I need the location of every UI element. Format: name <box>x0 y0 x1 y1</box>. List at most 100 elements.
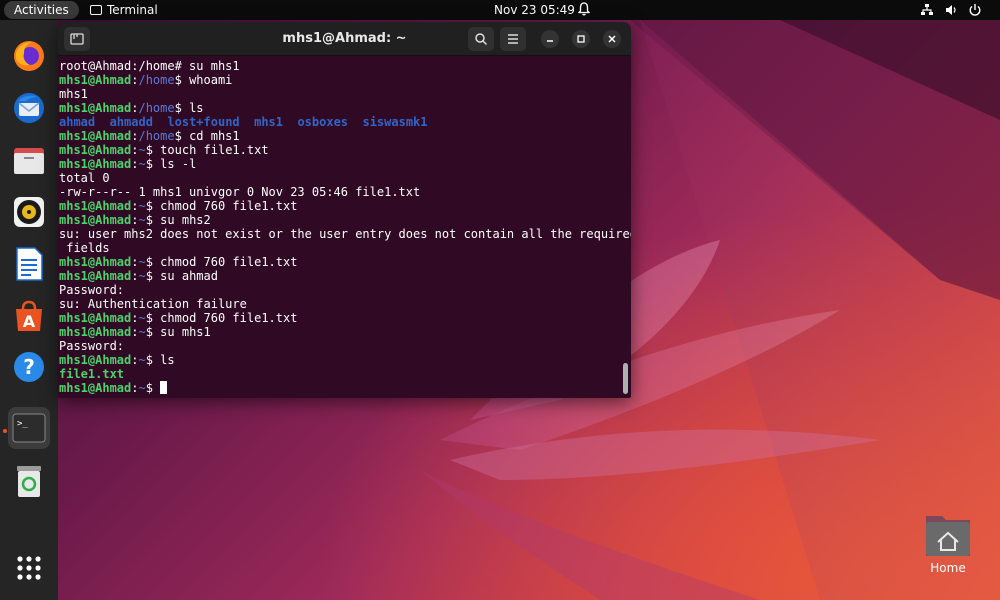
prompt-user: mhs1@Ahmad <box>59 325 132 339</box>
top-bar: Activities Terminal Nov 23 05:49 <box>0 0 1000 20</box>
prompt-user: mhs1@Ahmad <box>59 381 132 395</box>
hamburger-menu-icon <box>508 34 518 44</box>
close-icon <box>608 35 616 43</box>
prompt-path: ~ <box>138 353 146 367</box>
terminal-line: mhs1@Ahmad:~$ touch file1.txt <box>59 143 624 157</box>
prompt-path: ~ <box>138 311 146 325</box>
terminal-line: mhs1@Ahmad:~$ ls <box>59 353 624 367</box>
maximize-button[interactable] <box>572 30 590 48</box>
dock-writer[interactable] <box>8 243 50 285</box>
dir-entry: ahmadd <box>109 115 153 129</box>
help-icon: ? <box>14 352 44 382</box>
terminal-line: mhs1@Ahmad:~$ su mhs2 <box>59 213 624 227</box>
activities-button[interactable]: Activities <box>4 1 79 19</box>
network-icon[interactable] <box>920 3 934 20</box>
notification-bell-icon[interactable] <box>577 2 591 19</box>
prompt-user: mhs1@Ahmad <box>59 73 132 87</box>
prompt-user: mhs1@Ahmad <box>59 143 132 157</box>
volume-icon[interactable] <box>944 3 958 20</box>
prompt-symbol: $ <box>145 325 161 339</box>
prompt-path: ~ <box>138 255 146 269</box>
command-text: chmod 760 file1.txt <box>160 255 298 269</box>
minimize-button[interactable] <box>541 30 559 48</box>
terminal-line: mhs1@Ahmad:~$ chmod 760 file1.txt <box>59 255 624 269</box>
dock-app-center[interactable]: A <box>8 295 50 337</box>
terminal-line: mhs1@Ahmad:~$ chmod 760 file1.txt <box>59 199 624 213</box>
command-text: ls <box>189 101 204 115</box>
prompt-user: mhs1@Ahmad <box>59 157 132 171</box>
terminal-window[interactable]: mhs1@Ahmad: ~ root@Ahmad:/home# su mhs1 m… <box>58 22 631 398</box>
terminal-scrollbar[interactable] <box>623 363 628 394</box>
power-icon[interactable] <box>968 3 982 20</box>
clock[interactable]: Nov 23 05:49 <box>494 0 575 20</box>
prompt-path: ~ <box>138 381 146 395</box>
terminal-line: total 0 <box>59 171 624 185</box>
prompt-symbol: $ <box>145 311 161 325</box>
search-button[interactable] <box>468 27 494 51</box>
command-text: ls <box>160 353 175 367</box>
close-button[interactable] <box>603 30 621 48</box>
prompt-symbol: $ <box>145 381 161 395</box>
command-text: su mhs1 <box>160 325 211 339</box>
terminal-line: Password: <box>59 283 624 297</box>
dir-entry: mhs1 <box>254 115 283 129</box>
command-text: whoami <box>189 73 233 87</box>
command-text: chmod 760 file1.txt <box>160 199 298 213</box>
prompt-symbol: $ <box>174 101 190 115</box>
prompt-symbol: $ <box>145 213 161 227</box>
terminal-line: mhs1@Ahmad:/home$ cd mhs1 <box>59 129 624 143</box>
app-center-icon: A <box>16 300 42 331</box>
output-text: su: Authentication failure <box>59 297 247 311</box>
dock-show-apps[interactable] <box>8 547 50 589</box>
command-text: su ahmad <box>160 269 218 283</box>
terminal-line: fields <box>59 241 624 255</box>
prompt-user: mhs1@Ahmad <box>59 353 132 367</box>
terminal-line: mhs1 <box>59 87 624 101</box>
prompt-symbol: $ <box>145 157 161 171</box>
command-text: cd mhs1 <box>189 129 240 143</box>
terminal-line: mhs1@Ahmad:~$ su ahmad <box>59 269 624 283</box>
system-tray[interactable] <box>920 3 982 20</box>
app-grid-icon <box>17 556 41 580</box>
output-text: fields <box>59 241 110 255</box>
desktop-home-folder[interactable] <box>922 512 974 562</box>
dock-terminal[interactable]: >_ <box>8 407 50 449</box>
terminal-line: Password: <box>59 339 624 353</box>
prompt-user: mhs1@Ahmad <box>59 255 132 269</box>
prompt-user: mhs1@Ahmad <box>59 213 132 227</box>
topbar-app-menu[interactable]: Terminal <box>90 0 158 20</box>
command-text: chmod 760 file1.txt <box>160 311 298 325</box>
dock-trash[interactable] <box>8 460 50 502</box>
terminal-small-icon <box>90 5 102 15</box>
dock-thunderbird[interactable] <box>8 87 50 129</box>
terminal-line: su: user mhs2 does not exist or the user… <box>59 227 631 241</box>
search-icon <box>475 33 488 46</box>
prompt-path: /home <box>138 129 175 143</box>
terminal-output[interactable]: root@Ahmad:/home# su mhs1 mhs1@Ahmad:/hom… <box>59 59 631 395</box>
terminal-line: file1.txt <box>59 367 624 381</box>
prompt-symbol: $ <box>174 129 190 143</box>
terminal-line: mhs1@Ahmad:~$ chmod 760 file1.txt <box>59 311 624 325</box>
dock-rhythmbox[interactable] <box>8 191 50 233</box>
dock-files[interactable] <box>8 139 50 181</box>
command-text: ls -l <box>160 157 197 171</box>
output-text: root@Ahmad:/home# su mhs1 <box>59 59 240 73</box>
prompt-path: /home <box>138 73 175 87</box>
terminal-headerbar[interactable]: mhs1@Ahmad: ~ <box>58 22 631 56</box>
prompt-symbol: $ <box>145 255 161 269</box>
output-text: total 0 <box>59 171 110 185</box>
prompt-path: ~ <box>138 199 146 213</box>
file-entry: file1.txt <box>59 367 125 381</box>
menu-button[interactable] <box>500 27 526 51</box>
prompt-path: ~ <box>138 157 146 171</box>
terminal-line: ahmad ahmadd lost+found mhs1 osboxes sis… <box>59 115 624 129</box>
prompt-user: mhs1@Ahmad <box>59 269 132 283</box>
prompt-user: mhs1@Ahmad <box>59 129 132 143</box>
output-text: -rw-r--r-- 1 mhs1 univgor 0 Nov 23 05:46… <box>59 185 421 199</box>
dock-help[interactable]: ? <box>8 346 50 388</box>
prompt-user: mhs1@Ahmad <box>59 311 132 325</box>
dock: A ? >_ <box>0 20 58 600</box>
prompt-symbol: $ <box>145 143 161 157</box>
dock-firefox[interactable] <box>8 35 50 77</box>
svg-text:?: ? <box>23 355 35 379</box>
